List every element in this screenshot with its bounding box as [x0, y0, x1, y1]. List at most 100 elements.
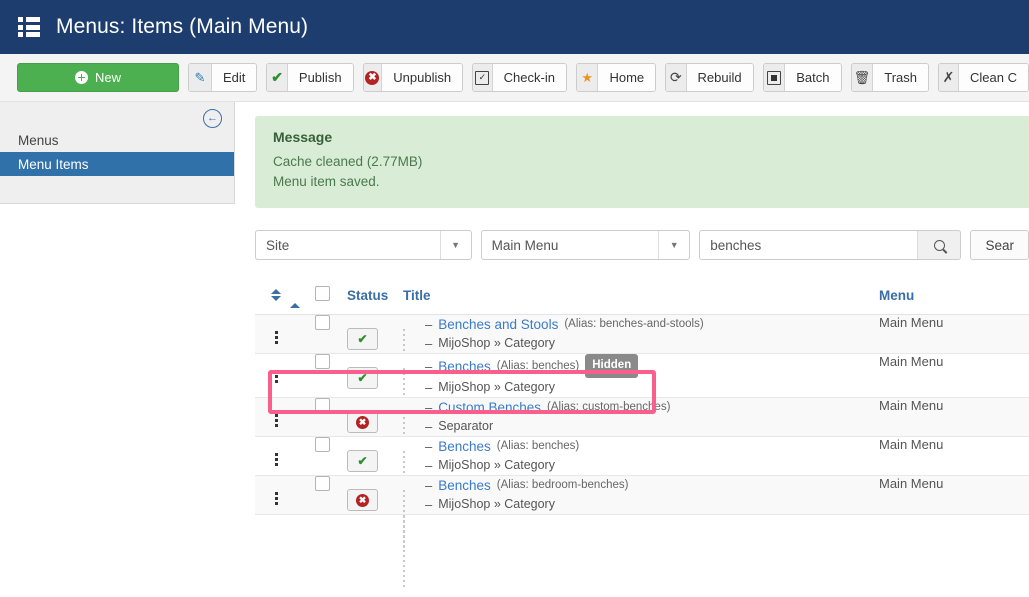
- checkin-button-label: Check-in: [492, 64, 566, 91]
- drag-handle-icon[interactable]: [255, 315, 315, 344]
- trash-button[interactable]: 🗑 Trash: [850, 63, 929, 92]
- row-status-cell: ✔: [347, 353, 403, 398]
- menu-items-table: Status Title Menu ✔ – Benches and Stools…: [255, 286, 1029, 587]
- select-all-checkbox[interactable]: [315, 286, 330, 301]
- row-checkbox[interactable]: [315, 476, 330, 491]
- sidebar-item-menu-items[interactable]: Menu Items: [0, 152, 234, 176]
- tree-dash: –: [425, 400, 433, 415]
- subtitle-row: – Separator: [425, 417, 879, 436]
- row-menu-cell: Main Menu: [879, 475, 1029, 515]
- item-title-link[interactable]: Benches: [438, 476, 491, 495]
- search-tools-button[interactable]: Sear: [970, 230, 1029, 260]
- unpublish-button[interactable]: ✖ Unpublish: [362, 63, 464, 92]
- drag-handle-icon[interactable]: [255, 476, 315, 505]
- edit-button-label: Edit: [211, 64, 257, 91]
- sort-asc-icon[interactable]: [290, 287, 300, 308]
- filter-bar: Site ▼ Main Menu ▼ Sear: [255, 230, 1029, 260]
- check-icon: ✔: [357, 454, 368, 468]
- status-toggle-unpublished[interactable]: ✖: [347, 411, 378, 433]
- row-select-cell: [315, 314, 347, 354]
- chevron-down-icon: ▼: [439, 231, 471, 259]
- tree-dash: –: [425, 317, 433, 332]
- item-type: Separator: [438, 419, 494, 433]
- status-toggle-published[interactable]: ✔: [347, 450, 378, 472]
- edit-button[interactable]: ✎ Edit: [188, 63, 258, 92]
- subtitle-row: – MijoShop » Category: [425, 495, 879, 514]
- menu-select[interactable]: Main Menu ▼: [480, 230, 691, 260]
- message-line-2: Menu item saved.: [273, 174, 380, 189]
- status-toggle-published[interactable]: ✔: [347, 367, 378, 389]
- item-title-link[interactable]: Benches: [438, 357, 491, 376]
- new-button[interactable]: New: [17, 63, 179, 92]
- drag-handle-icon[interactable]: [255, 437, 315, 466]
- table-row: ✔ – Benches (Alias: benches) – MijoShop …: [255, 436, 1029, 548]
- table-body: ✔ – Benches and Stools (Alias: benches-a…: [255, 314, 1029, 587]
- item-type: MijoShop » Category: [438, 336, 555, 350]
- column-title[interactable]: Title: [403, 286, 879, 315]
- sidebar-item-menus[interactable]: Menus: [0, 128, 234, 152]
- drag-handle-icon[interactable]: [255, 354, 315, 383]
- row-checkbox[interactable]: [315, 437, 330, 452]
- row-title-cell: – Benches (Alias: bedroom-benches) – Mij…: [403, 475, 879, 587]
- search-button[interactable]: [916, 231, 961, 259]
- square-filled-icon: [763, 64, 786, 91]
- home-button[interactable]: ★ Home: [575, 63, 657, 92]
- subtitle-row: – MijoShop » Category: [425, 378, 879, 397]
- tree-dash: –: [425, 497, 433, 512]
- row-drag-cell: [255, 436, 315, 476]
- row-select-cell: [315, 397, 347, 437]
- publish-button-label: Publish: [287, 64, 353, 91]
- search-tools-label: Sear: [985, 237, 1014, 253]
- item-type: MijoShop » Category: [438, 497, 555, 511]
- row-checkbox[interactable]: [315, 315, 330, 330]
- item-title-link[interactable]: Benches and Stools: [438, 315, 558, 334]
- sort-updown-icon[interactable]: [271, 289, 281, 301]
- row-title-cell: – Benches (Alias: benches) – MijoShop » …: [403, 436, 879, 548]
- drag-handle-icon[interactable]: [255, 398, 315, 427]
- search-input[interactable]: [700, 231, 917, 259]
- column-menu[interactable]: Menu: [879, 286, 1029, 315]
- table-row: ✖ – Custom Benches (Alias: custom-benche…: [255, 397, 1029, 509]
- message-title: Message: [273, 129, 333, 145]
- row-checkbox[interactable]: [315, 398, 330, 413]
- tree-guide-icon: [403, 490, 405, 587]
- row-status-cell: ✖: [347, 475, 403, 515]
- circle-x-icon: ✖: [356, 415, 369, 429]
- rebuild-button[interactable]: ⟳ Rebuild: [665, 63, 754, 92]
- row-title-cell: – Custom Benches (Alias: custom-benches)…: [403, 397, 879, 509]
- row-drag-cell: [255, 314, 315, 354]
- arrow-left-circle-icon[interactable]: ←: [203, 109, 222, 128]
- rebuild-button-label: Rebuild: [686, 64, 753, 91]
- item-type: MijoShop » Category: [438, 458, 555, 472]
- row-select-cell: [315, 436, 347, 476]
- title-row: – Benches (Alias: bedroom-benches): [425, 476, 879, 495]
- item-title-link[interactable]: Custom Benches: [438, 398, 541, 417]
- row-status-cell: ✔: [347, 436, 403, 476]
- broom-icon: ✗: [938, 64, 960, 91]
- checkin-button[interactable]: ✓ Check-in: [472, 63, 567, 92]
- tree-dash: –: [425, 439, 433, 454]
- row-status-cell: ✔: [347, 314, 403, 354]
- trash-button-label: Trash: [873, 64, 928, 91]
- item-title-link[interactable]: Benches: [438, 437, 491, 456]
- sidebar-collapse-row: ←: [0, 102, 234, 128]
- row-status-cell: ✖: [347, 397, 403, 437]
- row-drag-cell: [255, 397, 315, 437]
- row-checkbox[interactable]: [315, 354, 330, 369]
- pencil-square-icon: ✎: [189, 64, 212, 91]
- site-select[interactable]: Site ▼: [255, 230, 472, 260]
- row-menu-cell: Main Menu: [879, 353, 1029, 398]
- item-alias: (Alias: benches-and-stools): [564, 318, 704, 330]
- batch-button-label: Batch: [785, 64, 841, 91]
- main-content: Message Cache cleaned (2.77MB) Menu item…: [235, 102, 1029, 597]
- publish-button[interactable]: ✔ Publish: [266, 63, 354, 92]
- column-status[interactable]: Status: [347, 286, 403, 315]
- status-toggle-published[interactable]: ✔: [347, 328, 378, 350]
- batch-button[interactable]: Batch: [762, 63, 842, 92]
- sidebar-item-menus-label: Menus: [18, 132, 59, 148]
- item-alias: (Alias: bedroom-benches): [496, 479, 629, 491]
- row-menu-cell: Main Menu: [879, 314, 1029, 354]
- status-toggle-unpublished[interactable]: ✖: [347, 489, 378, 511]
- search-box: [699, 230, 962, 260]
- clean-cache-button[interactable]: ✗ Clean C: [937, 63, 1029, 92]
